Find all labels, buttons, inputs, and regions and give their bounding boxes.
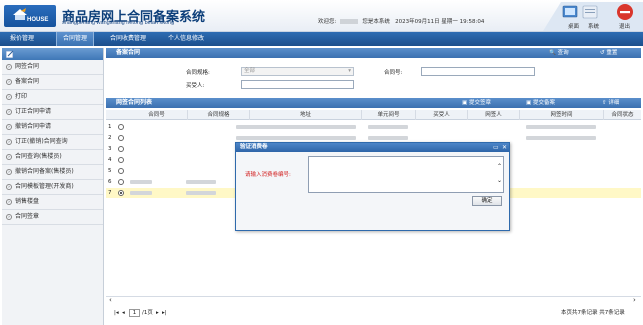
detail-button[interactable]: ⇧ 详细 — [602, 98, 619, 108]
desktop-button[interactable]: 桌面 — [568, 22, 579, 30]
reset-button[interactable]: ↺ 重置 — [600, 48, 617, 58]
arrow-icon: › — [6, 139, 12, 145]
col-contract-status: 合同状态 — [611, 112, 634, 118]
sidebar-header — [2, 48, 103, 60]
submit-sign-button[interactable]: ▣ 提交签章 — [462, 98, 491, 108]
header-tools: 桌面 系统 退出 — [543, 2, 643, 31]
dialog-titlebar: 验证消费卷 ▭ ✕ — [236, 143, 509, 152]
col-signer: 网签人 — [468, 110, 520, 120]
contract-no-label: 合同号: — [384, 70, 403, 76]
last-page-icon[interactable]: ▸| — [162, 306, 167, 320]
record-summary: 本页共7条记录 共7条记录 — [561, 310, 625, 316]
horizontal-scrollbar[interactable]: ‹ › — [106, 296, 641, 304]
arrow-icon: › — [6, 79, 12, 85]
arrow-icon: › — [6, 94, 12, 100]
col-buyer: 买受人 — [416, 110, 468, 120]
scroll-up-icon[interactable]: ⌃ — [497, 163, 502, 170]
spec-select[interactable]: 全部 ▾ — [241, 67, 354, 76]
app-header: HOUSE 商品房网上合同备案系统 shangpinfang wangshang… — [0, 0, 643, 32]
arrow-icon: › — [6, 184, 12, 190]
prev-page-icon[interactable]: ◂ — [122, 306, 125, 320]
buyer-label: 买受人: — [186, 83, 205, 89]
buyer-input[interactable] — [241, 80, 354, 89]
table-row[interactable]: 1 — [106, 122, 641, 132]
row-radio[interactable] — [118, 157, 124, 163]
scroll-right-icon[interactable]: › — [633, 296, 636, 304]
arrow-icon: › — [6, 169, 12, 175]
scroll-down-icon[interactable]: ⌄ — [497, 177, 502, 184]
submit-record-button[interactable]: ▣ 提交备案 — [526, 98, 555, 108]
welcome-text: 欢迎您: 您是本系统 2023年09月11日 星期一 19:58:04 — [318, 19, 485, 25]
exit-button[interactable]: 退出 — [619, 22, 630, 30]
close-icon[interactable]: ✕ — [502, 143, 507, 152]
pager: |◂ ◂ 1 /1页 ▸ ▸| 本页共7条记录 共7条记录 — [106, 306, 641, 320]
contract-no-input[interactable] — [421, 67, 535, 76]
arrow-icon: › — [6, 199, 12, 205]
col-unit-no: 单元间号 — [362, 110, 416, 120]
sidebar-item-contract-query[interactable]: › 合同查询(售楼员) — [2, 150, 103, 165]
nav-personal-info[interactable]: 个人信息修改 — [162, 32, 210, 46]
col-contract-spec: 合同规格 — [188, 110, 250, 120]
list-panel-header: 网签合同列表 ▣ 提交签章 ▣ 提交备案 ⇧ 详细 — [106, 98, 641, 108]
scroll-left-icon[interactable]: ‹ — [109, 296, 112, 304]
redacted-username — [340, 19, 359, 24]
row-radio[interactable] — [118, 146, 124, 152]
row-radio-selected[interactable] — [118, 190, 124, 196]
maximize-icon[interactable]: ▭ — [493, 143, 499, 152]
next-page-icon[interactable]: ▸ — [156, 306, 159, 320]
logo-text: HOUSE — [27, 17, 49, 23]
search-panel-header: 备案合同 🔍 查询 ↺ 重置 — [106, 48, 641, 58]
top-nav: 报价管理 合同管理 合同收费管理 个人信息修改 — [0, 32, 643, 46]
coupon-label: 请输入消费卷编号: — [245, 172, 291, 178]
coupon-textarea[interactable]: ⌃ ⌄ — [308, 156, 504, 193]
page-input[interactable]: 1 — [129, 309, 140, 317]
row-radio[interactable] — [118, 124, 124, 130]
col-sign-time: 网签时间 — [520, 110, 604, 120]
arrow-icon: › — [6, 154, 12, 160]
spec-label: 合同规格: — [186, 70, 210, 76]
search-panel-title: 备案合同 — [116, 49, 141, 56]
dialog-title: 验证消费卷 — [240, 144, 268, 150]
system-subtitle: shangpinfang wangshang hetong beian xito… — [62, 20, 175, 26]
sidebar-item-correction-query[interactable]: › 订正(撤销)合同查询 — [2, 135, 103, 150]
nav-contract-fee-management[interactable]: 合同收费管理 — [104, 32, 152, 46]
col-contract-no: 合同号 — [126, 110, 188, 120]
row-radio[interactable] — [118, 135, 124, 141]
sidebar-item-template-management[interactable]: › 合同模板管理(开发商) — [2, 180, 103, 195]
arrow-icon: › — [6, 124, 12, 130]
page-total: /1页 — [142, 310, 153, 316]
list-panel-title: 网签合同列表 — [116, 99, 153, 106]
col-address: 地址 — [250, 110, 362, 120]
sidebar-item-correction-request[interactable]: › 订正合同申请 — [2, 105, 103, 120]
arrow-icon: › — [6, 64, 12, 70]
arrow-icon: › — [6, 109, 12, 115]
sidebar-item-filed-contract[interactable]: › 备案合同 — [2, 75, 103, 90]
sidebar-item-contract-seal[interactable]: › 合同签章 — [2, 210, 103, 225]
edit-icon — [6, 50, 14, 58]
row-radio[interactable] — [118, 168, 124, 174]
house-logo: HOUSE — [4, 5, 56, 27]
sidebar-item-revoke-request[interactable]: › 撤销合同申请 — [2, 120, 103, 135]
sidebar: › 网签合同 › 备案合同 › 打印 › 订正合同申请 › 撤销合同申请 › 订正(撤销)合… — [2, 48, 104, 325]
sidebar-item-sales-buildings[interactable]: › 销售楼盘 — [2, 195, 103, 210]
nav-quote-management[interactable]: 报价管理 — [4, 32, 40, 46]
sidebar-item-revoke-filing[interactable]: › 撤销合同备案(售楼员) — [2, 165, 103, 180]
confirm-button[interactable]: 确定 — [472, 196, 502, 206]
house-icon — [13, 8, 27, 20]
arrow-icon: › — [6, 214, 12, 220]
table-header: 合同号 合同规格 地址 单元间号 买受人 网签人 网签时间 合同状态 — [106, 110, 641, 120]
datetime: 2023年09月11日 星期一 19:58:04 — [395, 19, 485, 25]
verify-coupon-dialog: 验证消费卷 ▭ ✕ 请输入消费卷编号: ⌃ ⌄ 确定 — [235, 142, 510, 231]
nav-contract-management[interactable]: 合同管理 — [56, 32, 95, 46]
chevron-down-icon: ▾ — [348, 68, 351, 74]
sidebar-item-online-contract[interactable]: › 网签合同 — [2, 60, 103, 75]
system-button[interactable]: 系统 — [588, 22, 599, 30]
first-page-icon[interactable]: |◂ — [114, 306, 119, 320]
sidebar-item-print[interactable]: › 打印 — [2, 90, 103, 105]
row-radio[interactable] — [118, 179, 124, 185]
query-button[interactable]: 🔍 查询 — [549, 48, 569, 58]
